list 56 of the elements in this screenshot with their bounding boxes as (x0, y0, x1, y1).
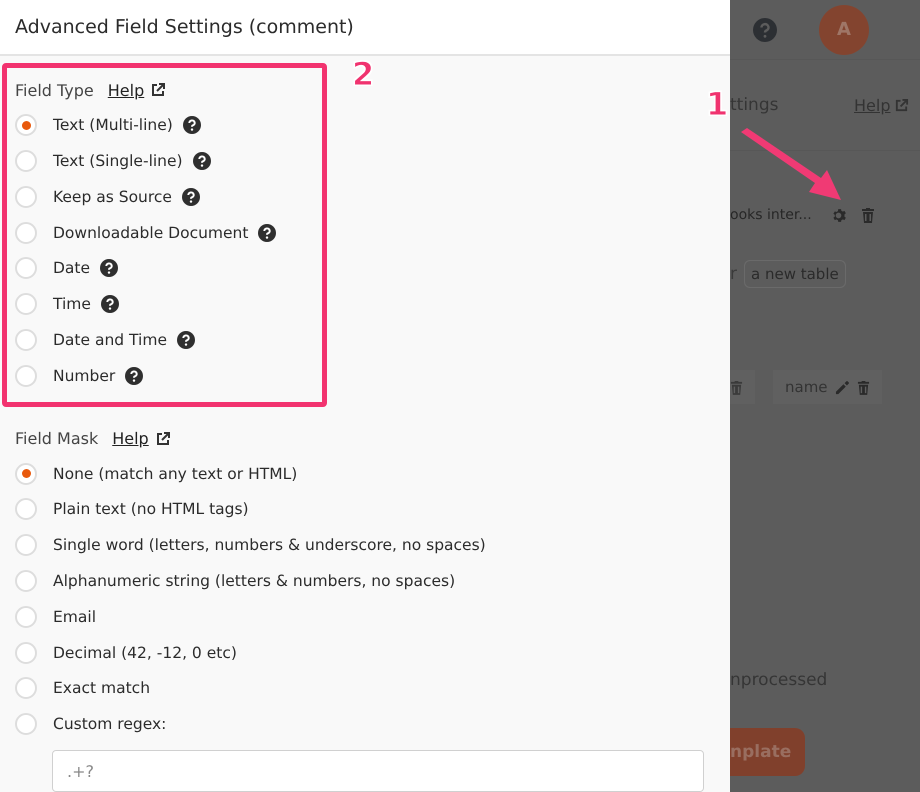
help-icon[interactable] (125, 366, 144, 385)
trash-icon[interactable] (860, 207, 875, 223)
option-label: Custom regex: (53, 715, 166, 734)
option-label: Decimal (42, -12, 0 etc) (53, 644, 237, 662)
help-icon[interactable] (100, 259, 118, 278)
help-icon[interactable] (258, 224, 276, 242)
option-label: Exact match (53, 679, 150, 698)
option-label: Plain text (no HTML tags) (53, 500, 249, 518)
radio-button[interactable] (15, 570, 37, 592)
radio-button[interactable] (15, 328, 37, 351)
trash-icon[interactable] (856, 380, 870, 394)
external-link-icon (894, 98, 910, 112)
help-link[interactable]: Help (112, 429, 149, 448)
external-link-icon (154, 430, 171, 447)
option-label: Downloadable Document (53, 224, 248, 242)
annotation-number: 2 (352, 58, 374, 90)
option-label: Text (Multi-line) (53, 116, 173, 134)
dialog-title: Advanced Field Settings (comment) (15, 16, 354, 38)
trash-icon[interactable] (730, 380, 743, 394)
option-label: Alphanumeric string (letters & numbers, no spaces) (53, 572, 456, 590)
radio-button[interactable] (15, 222, 37, 244)
option-label: Single word (letters, numbers & underscore, no spaces) (53, 536, 486, 554)
option-label: Keep as Source (53, 188, 172, 206)
help-icon[interactable] (192, 152, 211, 170)
radio-button[interactable] (15, 677, 37, 700)
radio-button[interactable] (15, 150, 37, 172)
radio-button[interactable] (15, 364, 37, 387)
radio-button[interactable] (15, 534, 37, 556)
radio-button[interactable] (15, 606, 37, 628)
help-icon[interactable] (182, 116, 201, 134)
option-label: Time (53, 295, 91, 314)
radio-button[interactable] (15, 498, 37, 520)
option-label: Date (53, 259, 90, 278)
option-label: None (match any text or HTML) (53, 464, 298, 483)
option-label: Number (53, 366, 116, 385)
regex-field[interactable]: .+? (52, 750, 704, 792)
option-label: Text (Single-line) (53, 152, 183, 170)
radio-button[interactable] (15, 186, 37, 208)
help-icon[interactable] (177, 330, 195, 349)
pencil-icon[interactable] (834, 380, 850, 394)
help-icon[interactable] (100, 295, 119, 314)
section-label: Field Type (15, 80, 94, 100)
radio-button[interactable] (15, 114, 37, 136)
radio-button[interactable] (15, 713, 37, 736)
annotation-number: 1 (706, 88, 728, 120)
user-avatar[interactable]: A (819, 4, 869, 54)
option-label: Email (53, 608, 96, 626)
radio-button[interactable] (15, 642, 37, 664)
radio-button[interactable] (15, 257, 37, 280)
help-link[interactable]: Help (108, 80, 144, 100)
section-label: Field Mask (15, 429, 98, 448)
radio-button[interactable] (15, 293, 37, 316)
external-link-icon (150, 82, 166, 98)
help-icon[interactable] (182, 188, 200, 206)
option-label: Date and Time (53, 330, 167, 349)
radio-button[interactable] (15, 462, 37, 485)
